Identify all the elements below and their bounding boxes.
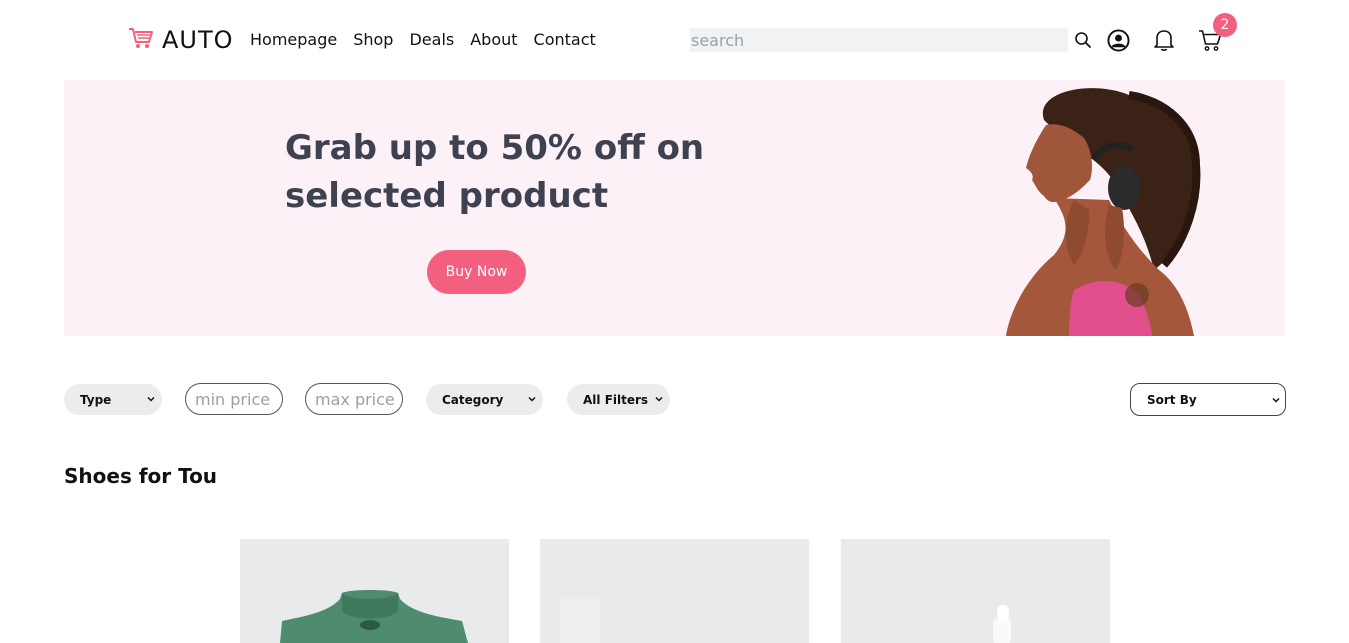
- brand-logo[interactable]: AUTO: [128, 26, 234, 54]
- min-price-placeholder: min price: [195, 389, 271, 409]
- chevron-down-icon: [527, 393, 537, 407]
- product-card[interactable]: [841, 539, 1110, 643]
- chevron-down-icon: [654, 393, 664, 407]
- type-filter-label: Type: [80, 392, 112, 407]
- min-price-input[interactable]: min price: [185, 383, 283, 415]
- brand-name: AUTO: [162, 26, 234, 54]
- main-nav: Homepage Shop Deals About Contact: [250, 30, 596, 49]
- search-input[interactable]: [690, 28, 1068, 52]
- nav-deals[interactable]: Deals: [409, 30, 454, 49]
- type-filter-dropdown[interactable]: Type: [64, 384, 162, 415]
- bell-icon[interactable]: [1153, 28, 1175, 52]
- hero-model-image: [1006, 88, 1201, 336]
- nav-homepage[interactable]: Homepage: [250, 30, 337, 49]
- product-image-bottle: [993, 605, 1011, 643]
- max-price-placeholder: max price: [315, 389, 395, 409]
- all-filters-label: All Filters: [583, 392, 649, 407]
- hero-title: Grab up to 50% off on selected product: [285, 128, 705, 216]
- nav-contact[interactable]: Contact: [534, 30, 596, 49]
- all-filters-dropdown[interactable]: All Filters: [567, 384, 670, 415]
- chevron-down-icon: [1271, 394, 1281, 408]
- buy-now-button[interactable]: Buy Now: [427, 250, 526, 294]
- product-image-placeholder: [560, 599, 600, 643]
- cart-count-badge: 2: [1213, 13, 1237, 37]
- hero-banner: Grab up to 50% off on selected product B…: [64, 80, 1285, 336]
- account-icon[interactable]: [1107, 29, 1130, 52]
- site-header: AUTO Homepage Shop Deals About Contact s…: [0, 0, 1349, 80]
- category-filter-label: Category: [442, 392, 504, 407]
- search-icon[interactable]: [1074, 31, 1092, 49]
- product-card[interactable]: [240, 539, 509, 643]
- nav-shop[interactable]: Shop: [353, 30, 393, 49]
- product-image-sweater: [280, 590, 468, 643]
- chevron-down-icon: [146, 393, 156, 407]
- shopping-cart-logo-icon: [128, 26, 154, 54]
- section-title: Shoes for Tou: [64, 464, 218, 488]
- nav-about[interactable]: About: [470, 30, 517, 49]
- category-filter-dropdown[interactable]: Category: [426, 384, 543, 415]
- sort-by-label: Sort By: [1147, 392, 1197, 407]
- sort-by-dropdown[interactable]: Sort By: [1130, 383, 1286, 416]
- product-card[interactable]: [540, 539, 809, 643]
- max-price-input[interactable]: max price: [305, 383, 403, 415]
